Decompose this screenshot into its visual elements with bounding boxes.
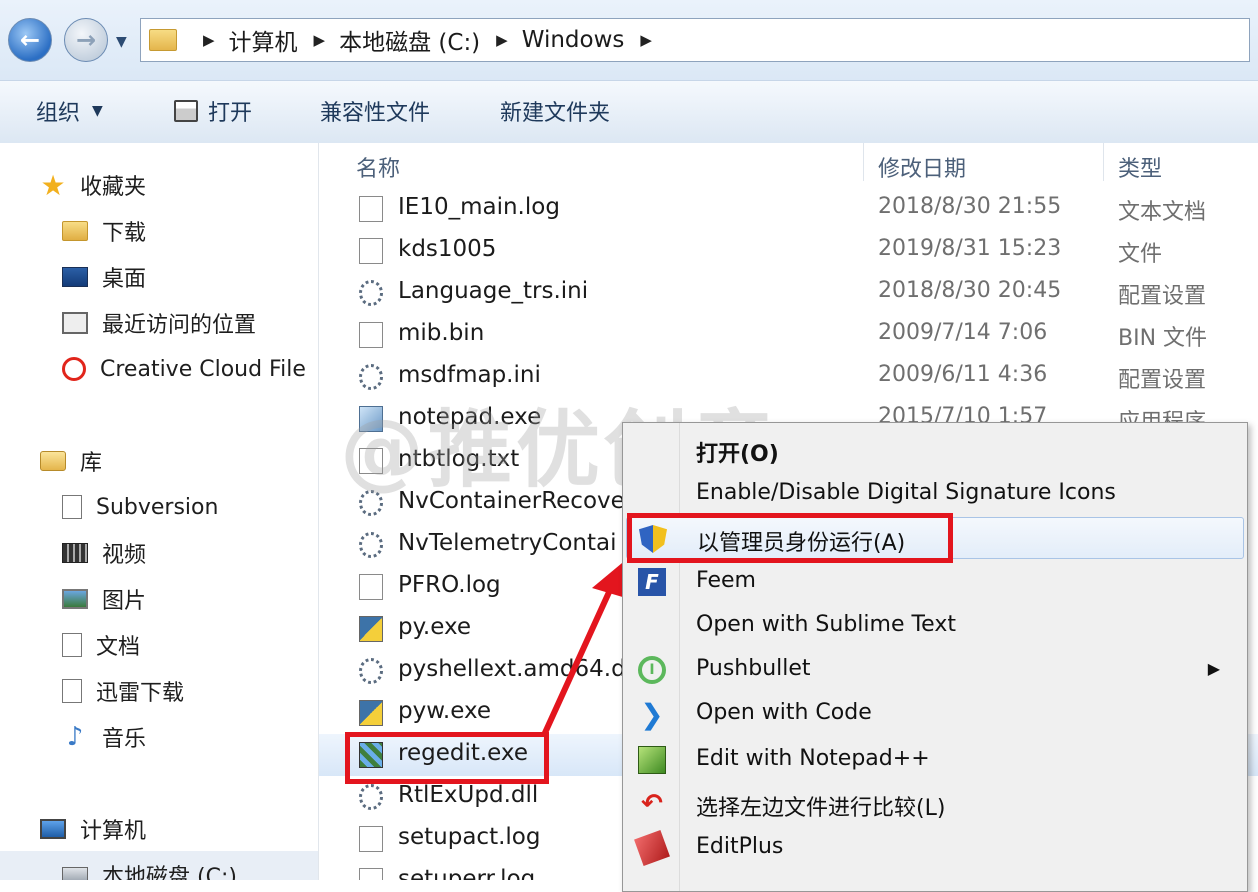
menu-item-vscode[interactable]: ❯ Open with Code bbox=[626, 693, 1244, 735]
menu-item-digital-signature[interactable]: Enable/Disable Digital Signature Icons bbox=[626, 473, 1244, 515]
menu-item-label: Open with Code bbox=[696, 700, 872, 725]
menu-item-label: Enable/Disable Digital Signature Icons bbox=[696, 480, 1116, 505]
menu-item-label: Feem bbox=[696, 568, 756, 593]
menu-item-label: Edit with Notepad++ bbox=[696, 746, 930, 771]
arrow-shaft bbox=[541, 588, 613, 737]
editplus-icon bbox=[634, 830, 670, 866]
feem-icon: F bbox=[638, 568, 666, 596]
menu-item-notepadpp[interactable]: Edit with Notepad++ bbox=[626, 739, 1244, 781]
menu-item-label: Pushbullet bbox=[696, 656, 811, 681]
menu-item-open[interactable]: 打开(O) bbox=[626, 429, 1244, 471]
menu-item-label: EditPlus bbox=[696, 834, 784, 859]
compare-icon: ↶ bbox=[641, 789, 663, 819]
menu-item-label: 打开(O) bbox=[696, 442, 779, 467]
menu-item-pushbullet[interactable]: I Pushbullet ▶ bbox=[626, 649, 1244, 691]
menu-item-feem[interactable]: F Feem bbox=[626, 561, 1244, 603]
menu-item-label: 选择左边文件进行比较(L) bbox=[696, 796, 946, 821]
menu-item-editplus[interactable]: EditPlus bbox=[626, 827, 1244, 869]
pushbullet-icon: I bbox=[638, 656, 666, 684]
submenu-arrow-icon: ▶ bbox=[1207, 659, 1220, 678]
menu-item-compare[interactable]: ↶ 选择左边文件进行比较(L) bbox=[626, 783, 1244, 825]
annotation-box-run-as-admin bbox=[627, 513, 953, 563]
context-menu: 打开(O) Enable/Disable Digital Signature I… bbox=[622, 422, 1248, 892]
vscode-icon: ❯ bbox=[640, 697, 664, 731]
menu-item-label: Open with Sublime Text bbox=[696, 612, 956, 637]
notepadpp-icon bbox=[638, 746, 666, 774]
menu-item-sublime[interactable]: Open with Sublime Text bbox=[626, 605, 1244, 647]
